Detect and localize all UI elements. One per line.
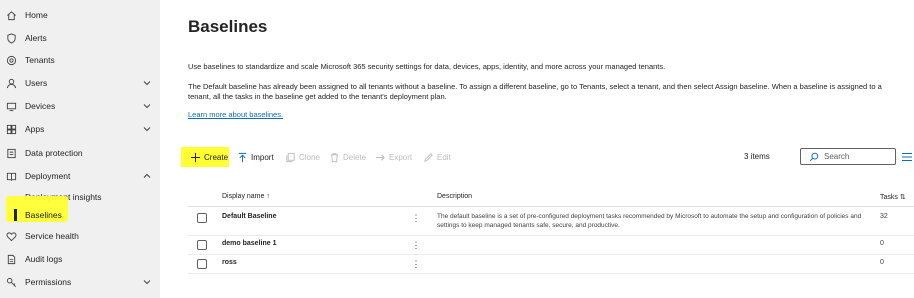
upload-icon [236, 151, 248, 163]
edit-label: Edit [437, 152, 451, 162]
sidebar-item-label: Tenants [25, 55, 55, 65]
view-options-button[interactable] [900, 150, 914, 164]
clone-label: Clone [299, 152, 320, 162]
tenants-icon [6, 55, 17, 66]
table-row[interactable]: demo baseline 1 ⋮ 0 [188, 236, 914, 255]
sidebar-item-audit-logs[interactable]: Audit logs [0, 249, 160, 269]
row-description: The default baseline is a set of pre-con… [437, 213, 862, 229]
learn-more-link[interactable]: Learn more about baselines. [188, 110, 283, 119]
key-icon [6, 277, 17, 288]
sidebar-item-home[interactable]: Home [0, 5, 160, 25]
arrow-right-icon [374, 151, 386, 163]
column-header-display-name[interactable]: Display name ↑ [222, 193, 270, 200]
chevron-down-icon[interactable] [143, 125, 151, 133]
data-protection-icon [6, 148, 17, 159]
apps-icon [6, 124, 17, 135]
home-icon [6, 10, 17, 21]
edit-button[interactable]: Edit [422, 147, 451, 167]
create-button[interactable]: Create [189, 147, 228, 167]
document-icon [6, 254, 17, 265]
item-count: 3 items [744, 152, 770, 161]
sidebar-item-label: Alerts [25, 33, 47, 43]
command-bar: Create Import Clone Delete Export Edit 3… [181, 147, 912, 167]
column-header-tasks[interactable]: Tasks ⇅ [880, 193, 906, 201]
row-name[interactable]: ross [222, 259, 237, 266]
sidebar-item-permissions[interactable]: Permissions [0, 272, 160, 292]
create-label: Create [204, 152, 229, 162]
intro-text: Use baselines to standardize and scale M… [188, 62, 666, 71]
sidebar-item-label: Apps [25, 124, 45, 134]
sidebar-item-devices[interactable]: Devices [0, 96, 160, 116]
row-name[interactable]: Default Baseline [222, 213, 276, 220]
main-content: Baselines Use baselines to standardize a… [160, 0, 914, 298]
lines-icon [902, 153, 912, 161]
chevron-down-icon[interactable] [143, 79, 151, 87]
sidebar-item-label: Devices [25, 101, 56, 111]
search-box[interactable]: Search [800, 148, 896, 165]
more-options-icon[interactable]: ⋮ [412, 259, 421, 269]
export-label: Export [389, 152, 413, 162]
person-icon [6, 78, 17, 89]
sidebar-item-users[interactable]: Users [0, 73, 160, 93]
sidebar-item-label: Permissions [25, 277, 72, 287]
import-button[interactable]: Import [236, 147, 274, 167]
sidebar-item-apps[interactable]: Apps [0, 119, 160, 139]
sidebar-item-label: Baselines [25, 210, 62, 220]
sidebar-nav: Home Alerts Tenants Users Devices Apps D… [0, 0, 160, 298]
sidebar-item-label: Home [25, 10, 48, 20]
search-input[interactable]: Search [824, 152, 849, 161]
row-tasks: 32 [880, 213, 888, 220]
devices-icon [6, 101, 17, 112]
sidebar-item-deployment[interactable]: Deployment [0, 166, 160, 186]
sidebar-item-baselines[interactable]: Baselines [0, 205, 160, 225]
row-checkbox[interactable] [197, 213, 207, 223]
sidebar-item-tenants[interactable]: Tenants [0, 50, 160, 70]
search-icon [808, 151, 820, 163]
clone-button[interactable]: Clone [284, 147, 320, 167]
sidebar-item-label: Users [25, 78, 48, 88]
row-tasks: 0 [880, 240, 884, 247]
selected-indicator [14, 209, 17, 221]
sidebar-item-label: Data protection [25, 148, 83, 158]
trash-icon [328, 151, 340, 163]
more-options-icon[interactable]: ⋮ [412, 240, 421, 250]
more-options-icon[interactable]: ⋮ [412, 213, 421, 223]
sidebar-item-label: Audit logs [25, 254, 63, 264]
row-divider [188, 273, 914, 274]
chevron-down-icon[interactable] [143, 278, 151, 286]
plus-icon [189, 151, 201, 163]
row-name[interactable]: demo baseline 1 [222, 240, 276, 247]
chevron-up-icon[interactable] [143, 172, 151, 180]
heart-icon [6, 231, 17, 242]
sidebar-item-label: Service health [25, 231, 79, 241]
column-header-description: Description [437, 193, 473, 200]
import-label: Import [251, 152, 274, 162]
table-row[interactable]: ross ⋮ 0 [188, 255, 914, 274]
book-icon [6, 171, 17, 182]
row-tasks: 0 [880, 259, 884, 266]
pencil-icon [422, 151, 434, 163]
shield-icon [6, 32, 17, 44]
sidebar-item-label: Deployment [25, 171, 71, 181]
sidebar-item-data-protection[interactable]: Data protection [0, 143, 160, 163]
detail-text: The Default baseline has already been as… [188, 82, 882, 101]
page-title: Baselines [188, 17, 268, 36]
chevron-down-icon[interactable] [143, 102, 151, 110]
table-row[interactable]: Default Baseline ⋮ The default baseline … [188, 207, 914, 236]
sidebar-item-alerts[interactable]: Alerts [0, 28, 160, 48]
delete-button[interactable]: Delete [328, 147, 366, 167]
export-button[interactable]: Export [374, 147, 412, 167]
row-checkbox[interactable] [197, 259, 207, 269]
delete-label: Delete [343, 152, 367, 162]
sidebar-item-service-health[interactable]: Service health [0, 226, 160, 246]
copy-icon [284, 151, 296, 163]
row-checkbox[interactable] [197, 240, 207, 250]
